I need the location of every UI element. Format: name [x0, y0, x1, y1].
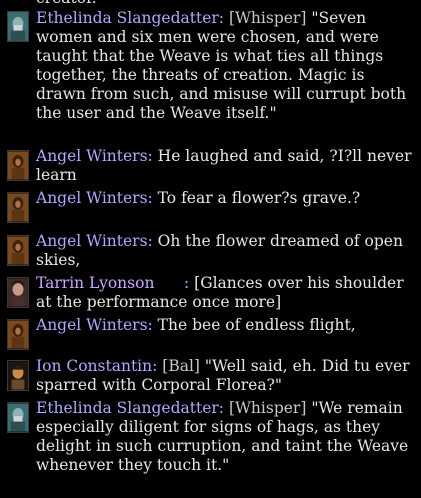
message-text: Angel Winters: He laughed and said, ?I?l… [36, 147, 419, 185]
chat-message: Tarrin Lyonson : [Glances over his shoul… [0, 274, 421, 314]
channel-tag: [Bal] [162, 357, 200, 375]
ion-portrait-icon[interactable] [7, 360, 29, 391]
message-body: The bee of endless flight, [152, 316, 356, 334]
message-text: Angel Winters: To fear a flower?s grave.… [36, 189, 419, 208]
message-text: Ethelinda Slangedatter: [Whisper] "Seven… [36, 9, 419, 123]
angel-portrait-icon[interactable] [7, 319, 29, 350]
speaker-name[interactable]: Tarrin Lyonson : [36, 274, 189, 292]
partial-top-text: creator. [36, 0, 97, 8]
speaker-name[interactable]: Angel Winters: [36, 316, 153, 334]
speaker-name[interactable]: Angel Winters: [36, 189, 153, 207]
angel-portrait-icon[interactable] [7, 150, 29, 181]
speaker-name[interactable]: Ethelinda Slangedatter: [36, 399, 224, 417]
message-text: Angel Winters: Oh the flower dreamed of … [36, 232, 419, 270]
angel-portrait-icon[interactable] [7, 235, 29, 266]
speaker-name[interactable]: Ion Constantin: [36, 357, 157, 375]
message-body: To fear a flower?s grave.? [152, 189, 361, 207]
chat-message: Angel Winters: He laughed and said, ?I?l… [0, 147, 421, 187]
chat-message: Angel Winters: To fear a flower?s grave.… [0, 189, 421, 229]
message-text: Ethelinda Slangedatter: [Whisper] "We re… [36, 399, 419, 475]
message-text: Angel Winters: The bee of endless flight… [36, 316, 419, 335]
message-text: Ion Constantin: [Bal] "Well said, eh. Di… [36, 357, 419, 395]
angel-portrait-icon[interactable] [7, 192, 29, 223]
channel-tag: [Whisper] [228, 9, 307, 27]
chat-message: Ion Constantin: [Bal] "Well said, eh. Di… [0, 357, 421, 397]
speaker-name[interactable]: Angel Winters: [36, 147, 153, 165]
chat-message: Ethelinda Slangedatter: [Whisper] "Seven… [0, 9, 421, 142]
tarrin-portrait-icon[interactable] [7, 277, 29, 308]
ethelinda-portrait-icon[interactable] [7, 402, 29, 433]
speaker-name[interactable]: Ethelinda Slangedatter: [36, 9, 224, 27]
chat-message: Ethelinda Slangedatter: [Whisper] "We re… [0, 399, 421, 498]
chat-message: Angel Winters: The bee of endless flight… [0, 316, 421, 356]
chat-message: Angel Winters: Oh the flower dreamed of … [0, 232, 421, 272]
channel-tag: [Whisper] [228, 399, 307, 417]
speaker-name[interactable]: Angel Winters: [36, 232, 153, 250]
message-text: Tarrin Lyonson : [Glances over his shoul… [36, 274, 419, 312]
ethelinda-portrait-icon[interactable] [7, 11, 29, 42]
